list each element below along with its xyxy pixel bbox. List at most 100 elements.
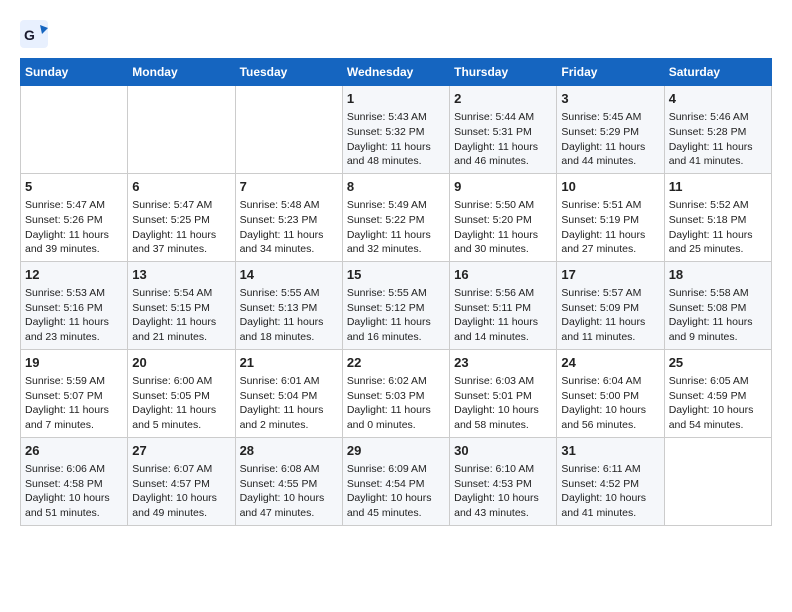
day-info: Sunrise: 5:57 AM — [561, 286, 659, 301]
day-info: Sunset: 4:54 PM — [347, 477, 445, 492]
day-info: Daylight: 10 hours and 58 minutes. — [454, 403, 552, 432]
day-info: Sunset: 5:03 PM — [347, 389, 445, 404]
day-info: Sunset: 5:04 PM — [240, 389, 338, 404]
day-number: 25 — [669, 354, 767, 372]
calendar-cell — [664, 437, 771, 525]
day-info: Sunset: 5:23 PM — [240, 213, 338, 228]
day-info: Sunset: 5:12 PM — [347, 301, 445, 316]
day-number: 18 — [669, 266, 767, 284]
calendar-header: Sunday Monday Tuesday Wednesday Thursday… — [21, 59, 772, 86]
calendar-cell: 21Sunrise: 6:01 AMSunset: 5:04 PMDayligh… — [235, 349, 342, 437]
day-number: 13 — [132, 266, 230, 284]
day-number: 6 — [132, 178, 230, 196]
day-info: Daylight: 11 hours and 25 minutes. — [669, 228, 767, 257]
day-number: 12 — [25, 266, 123, 284]
day-info: Sunrise: 6:00 AM — [132, 374, 230, 389]
day-number: 24 — [561, 354, 659, 372]
calendar-cell: 28Sunrise: 6:08 AMSunset: 4:55 PMDayligh… — [235, 437, 342, 525]
calendar-cell: 5Sunrise: 5:47 AMSunset: 5:26 PMDaylight… — [21, 173, 128, 261]
day-info: Sunset: 5:26 PM — [25, 213, 123, 228]
day-number: 17 — [561, 266, 659, 284]
day-info: Sunset: 5:29 PM — [561, 125, 659, 140]
day-info: Sunset: 5:20 PM — [454, 213, 552, 228]
day-number: 21 — [240, 354, 338, 372]
day-number: 8 — [347, 178, 445, 196]
day-info: Daylight: 10 hours and 47 minutes. — [240, 491, 338, 520]
calendar-body: 1Sunrise: 5:43 AMSunset: 5:32 PMDaylight… — [21, 86, 772, 526]
calendar-cell: 17 Sunrise: 5:57 AMSunset: 5:09 PMDayligh… — [557, 261, 664, 349]
day-info: Sunrise: 6:06 AM — [25, 462, 123, 477]
day-info: Sunset: 4:52 PM — [561, 477, 659, 492]
day-info: Daylight: 10 hours and 43 minutes. — [454, 491, 552, 520]
day-info: Sunset: 5:13 PM — [240, 301, 338, 316]
calendar-cell: 8Sunrise: 5:49 AMSunset: 5:22 PMDaylight… — [342, 173, 449, 261]
day-info: Sunrise: 5:45 AM — [561, 110, 659, 125]
day-number: 26 — [25, 442, 123, 460]
day-info: Sunset: 5:15 PM — [132, 301, 230, 316]
calendar-cell: 6Sunrise: 5:47 AMSunset: 5:25 PMDaylight… — [128, 173, 235, 261]
day-number: 20 — [132, 354, 230, 372]
day-info: Daylight: 11 hours and 5 minutes. — [132, 403, 230, 432]
calendar-week-2: 5 Sunrise: 5:47 AM Sunset: 5:26 PM Daylight… — [21, 173, 772, 261]
day-info: Daylight: 11 hours and 2 minutes. — [240, 403, 338, 432]
col-tuesday: Tuesday — [235, 59, 342, 86]
day-info: Daylight: 11 hours and 37 minutes. — [132, 228, 230, 257]
calendar-cell: 1Sunrise: 5:43 AMSunset: 5:32 PMDaylight… — [342, 86, 449, 174]
day-info: Daylight: 11 hours and 48 minutes. — [347, 140, 445, 169]
calendar-cell: 16Sunrise: 5:56 AMSunset: 5:11 PMDayligh… — [450, 261, 557, 349]
day-info: Sunset: 4:59 PM — [669, 389, 767, 404]
day-info: Sunrise: 6:03 AM — [454, 374, 552, 389]
calendar-cell — [128, 86, 235, 174]
calendar-cell — [235, 86, 342, 174]
day-number: 23 — [454, 354, 552, 372]
day-number: 10 — [561, 178, 659, 196]
day-info: Sunrise: 5:46 AM — [669, 110, 767, 125]
day-info: Daylight: 11 hours and 21 minutes. — [132, 315, 230, 344]
day-info: Daylight: 11 hours and 9 minutes. — [669, 315, 767, 344]
logo: G — [20, 20, 52, 48]
day-info: Sunrise: 5:51 AM — [561, 198, 659, 213]
day-info: Daylight: 11 hours and 11 minutes. — [561, 315, 659, 344]
day-info: Sunrise: 5:49 AM — [347, 198, 445, 213]
day-info: Sunrise: 6:02 AM — [347, 374, 445, 389]
day-number: 19 — [25, 354, 123, 372]
calendar-cell: 11Sunrise: 5:52 AMSunset: 5:18 PMDayligh… — [664, 173, 771, 261]
day-info: Daylight: 11 hours and 44 minutes. — [561, 140, 659, 169]
col-wednesday: Wednesday — [342, 59, 449, 86]
calendar-cell: 4Sunrise: 5:46 AMSunset: 5:28 PMDaylight… — [664, 86, 771, 174]
calendar-cell: 12Sunrise: 5:53 AMSunset: 5:16 PMDayligh… — [21, 261, 128, 349]
calendar-cell: 24Sunrise: 6:04 AMSunset: 5:00 PMDayligh… — [557, 349, 664, 437]
day-info: Daylight: 11 hours and 41 minutes. — [669, 140, 767, 169]
day-info: Sunset: 5:09 PM — [561, 301, 659, 316]
day-info: Sunset: 5:00 PM — [561, 389, 659, 404]
calendar-cell: 31Sunrise: 6:11 AMSunset: 4:52 PMDayligh… — [557, 437, 664, 525]
calendar-week-1: 1Sunrise: 5:43 AMSunset: 5:32 PMDaylight… — [21, 86, 772, 174]
day-info: Sunrise: 5:43 AM — [347, 110, 445, 125]
calendar-cell: 9Sunrise: 5:50 AMSunset: 5:20 PMDaylight… — [450, 173, 557, 261]
svg-text:G: G — [24, 27, 35, 43]
day-info: Daylight: 10 hours and 45 minutes. — [347, 491, 445, 520]
day-info: Daylight: 11 hours and 23 minutes. — [25, 315, 123, 344]
day-info: Daylight: 11 hours and 7 minutes. — [25, 403, 123, 432]
logo-icon: G — [20, 20, 48, 48]
day-info: Daylight: 10 hours and 54 minutes. — [669, 403, 767, 432]
day-info: Sunrise: 5:52 AM — [669, 198, 767, 213]
day-info: Daylight: 11 hours and 27 minutes. — [561, 228, 659, 257]
calendar-week-3: 12Sunrise: 5:53 AMSunset: 5:16 PMDayligh… — [21, 261, 772, 349]
day-number: 1 — [347, 90, 445, 108]
day-number: 28 — [240, 442, 338, 460]
day-info: Sunrise: 5:47 AM — [132, 198, 230, 213]
calendar-table: Sunday Monday Tuesday Wednesday Thursday… — [20, 58, 772, 526]
day-info: Sunset: 5:31 PM — [454, 125, 552, 140]
day-info: Sunset: 5:08 PM — [669, 301, 767, 316]
calendar-cell: 14Sunrise: 5:55 AMSunset: 5:13 PMDayligh… — [235, 261, 342, 349]
calendar-cell: 3Sunrise: 5:45 AMSunset: 5:29 PMDaylight… — [557, 86, 664, 174]
day-info: Sunset: 4:53 PM — [454, 477, 552, 492]
day-info: Daylight: 11 hours and 30 minutes. — [454, 228, 552, 257]
day-number: 11 — [669, 178, 767, 196]
day-number: 9 — [454, 178, 552, 196]
day-number: 5 — [25, 178, 123, 196]
day-info: Daylight: 11 hours and 14 minutes. — [454, 315, 552, 344]
day-info: Daylight: 11 hours and 34 minutes. — [240, 228, 338, 257]
calendar-cell: 29Sunrise: 6:09 AMSunset: 4:54 PMDayligh… — [342, 437, 449, 525]
